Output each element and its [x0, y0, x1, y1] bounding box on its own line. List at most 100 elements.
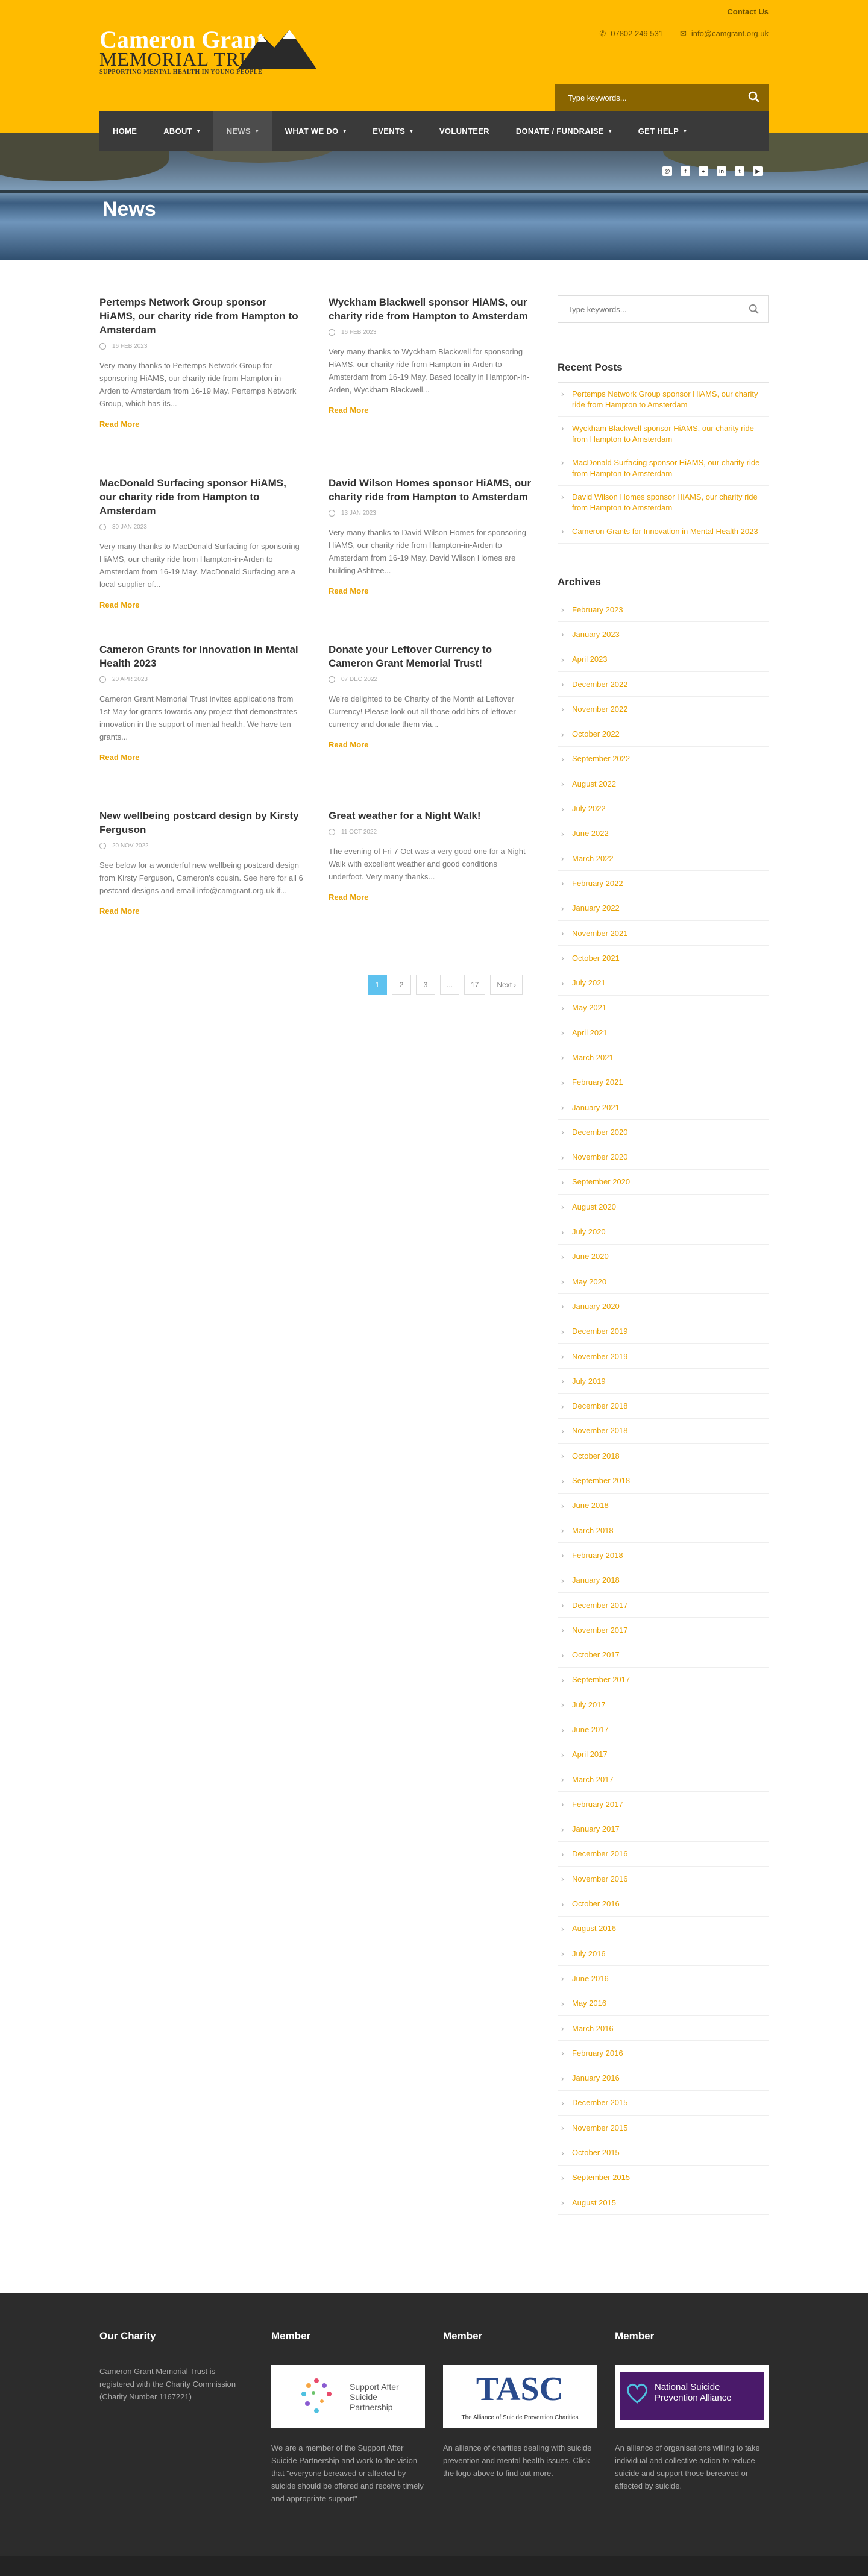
archive-link[interactable]: January 2018 [558, 1568, 769, 1593]
archive-link[interactable]: November 2015 [558, 2116, 769, 2141]
facebook-icon[interactable]: f [681, 166, 690, 176]
recent-post-link[interactable]: Pertemps Network Group sponsor HiAMS, ou… [558, 383, 769, 417]
mail-social-icon[interactable]: @ [662, 166, 672, 176]
nav-item-news[interactable]: NEWS ▾ [213, 111, 272, 151]
archive-link[interactable]: December 2020 [558, 1120, 769, 1145]
archive-link[interactable]: February 2022 [558, 871, 769, 896]
post-title[interactable]: Donate your Leftover Currency to Cameron… [329, 642, 533, 670]
archive-link[interactable]: July 2020 [558, 1219, 769, 1245]
archive-link[interactable]: December 2018 [558, 1394, 769, 1419]
archive-link[interactable]: May 2016 [558, 1991, 769, 2016]
archive-link[interactable]: October 2016 [558, 1891, 769, 1917]
next-page-button[interactable]: Next › [490, 975, 523, 995]
archive-link[interactable]: March 2022 [558, 846, 769, 872]
email-info[interactable]: ✉ info@camgrant.org.uk [680, 29, 769, 39]
archive-link[interactable]: February 2016 [558, 2041, 769, 2066]
youtube-icon[interactable]: ▶ [753, 166, 763, 176]
archive-link[interactable]: February 2017 [558, 1792, 769, 1817]
archive-link[interactable]: June 2017 [558, 1717, 769, 1742]
nspa-logo[interactable]: National Suicide Prevention Alliance [615, 2365, 769, 2428]
post-title[interactable]: David Wilson Homes sponsor HiAMS, our ch… [329, 476, 533, 504]
archive-link[interactable]: November 2019 [558, 1344, 769, 1369]
header-search-input[interactable] [555, 84, 735, 111]
archive-link[interactable]: August 2015 [558, 2190, 769, 2216]
page-1-button[interactable]: 1 [368, 975, 387, 995]
read-more-link[interactable]: Read More [99, 600, 304, 609]
read-more-link[interactable]: Read More [99, 753, 304, 762]
nav-item-volunteer[interactable]: VOLUNTEER [426, 111, 503, 151]
nav-item-donate[interactable]: DONATE / FUNDRAISE ▾ [503, 111, 625, 151]
post-title[interactable]: Cameron Grants for Innovation in Mental … [99, 642, 304, 670]
tasc-logo[interactable]: TASC The Alliance of Suicide Prevention … [443, 2365, 597, 2428]
read-more-link[interactable]: Read More [99, 419, 304, 429]
archive-link[interactable]: January 2021 [558, 1095, 769, 1120]
post-title[interactable]: New wellbeing postcard design by Kirsty … [99, 809, 304, 837]
archive-link[interactable]: January 2017 [558, 1817, 769, 1842]
archive-link[interactable]: September 2017 [558, 1668, 769, 1693]
read-more-link[interactable]: Read More [99, 906, 304, 916]
post-title[interactable]: Wyckham Blackwell sponsor HiAMS, our cha… [329, 295, 533, 323]
archive-link[interactable]: June 2018 [558, 1494, 769, 1518]
archive-link[interactable]: August 2016 [558, 1917, 769, 1942]
archive-link[interactable]: March 2021 [558, 1045, 769, 1070]
archive-link[interactable]: September 2018 [558, 1468, 769, 1494]
post-title[interactable]: Pertemps Network Group sponsor HiAMS, ou… [99, 295, 304, 337]
archive-link[interactable]: August 2022 [558, 771, 769, 797]
archive-link[interactable]: October 2017 [558, 1642, 769, 1668]
twitter-icon[interactable]: t [735, 166, 744, 176]
nav-item-about[interactable]: ABOUT ▾ [150, 111, 213, 151]
sasp-logo[interactable]: Support After Suicide Partnership [271, 2365, 425, 2428]
archive-link[interactable]: September 2020 [558, 1170, 769, 1195]
archive-link[interactable]: February 2021 [558, 1070, 769, 1095]
recent-post-link[interactable]: MacDonald Surfacing sponsor HiAMS, our c… [558, 451, 769, 486]
recent-post-link[interactable]: Wyckham Blackwell sponsor HiAMS, our cha… [558, 417, 769, 451]
search-icon[interactable] [749, 304, 760, 315]
archive-link[interactable]: March 2018 [558, 1518, 769, 1544]
linkedin-icon[interactable]: in [717, 166, 726, 176]
archive-link[interactable]: October 2022 [558, 721, 769, 747]
archive-link[interactable]: October 2018 [558, 1444, 769, 1469]
archive-link[interactable]: November 2022 [558, 697, 769, 722]
page-17-button[interactable]: 17 [464, 975, 486, 995]
archive-link[interactable]: September 2015 [558, 2166, 769, 2190]
archive-link[interactable]: May 2021 [558, 996, 769, 1021]
nav-item-home[interactable]: HOME [99, 111, 150, 151]
read-more-link[interactable]: Read More [329, 586, 533, 595]
archive-link[interactable]: April 2023 [558, 647, 769, 672]
recent-post-link[interactable]: David Wilson Homes sponsor HiAMS, our ch… [558, 486, 769, 520]
archive-link[interactable]: December 2016 [558, 1842, 769, 1867]
nav-item-events[interactable]: EVENTS ▾ [359, 111, 426, 151]
archive-link[interactable]: August 2020 [558, 1195, 769, 1220]
read-more-link[interactable]: Read More [329, 740, 533, 749]
archive-link[interactable]: May 2020 [558, 1269, 769, 1295]
search-icon[interactable] [748, 91, 760, 103]
archive-link[interactable]: July 2021 [558, 970, 769, 996]
archive-link[interactable]: January 2020 [558, 1294, 769, 1319]
post-title[interactable]: MacDonald Surfacing sponsor HiAMS, our c… [99, 476, 304, 518]
archive-link[interactable]: July 2016 [558, 1941, 769, 1967]
archive-link[interactable]: July 2019 [558, 1369, 769, 1394]
archive-link[interactable]: December 2022 [558, 672, 769, 697]
archive-link[interactable]: February 2023 [558, 597, 769, 623]
archive-link[interactable]: June 2016 [558, 1966, 769, 1991]
archive-link[interactable]: April 2017 [558, 1742, 769, 1767]
archive-link[interactable]: November 2020 [558, 1145, 769, 1170]
archive-link[interactable]: July 2022 [558, 796, 769, 821]
archive-link[interactable]: November 2018 [558, 1419, 769, 1444]
archive-link[interactable]: October 2015 [558, 2140, 769, 2166]
archive-link[interactable]: November 2021 [558, 921, 769, 946]
read-more-link[interactable]: Read More [329, 406, 533, 415]
archive-link[interactable]: December 2015 [558, 2091, 769, 2116]
read-more-link[interactable]: Read More [329, 893, 533, 902]
archive-link[interactable]: January 2016 [558, 2066, 769, 2091]
archive-link[interactable]: November 2017 [558, 1618, 769, 1643]
archive-link[interactable]: January 2022 [558, 896, 769, 921]
archive-link[interactable]: December 2017 [558, 1593, 769, 1618]
archive-link[interactable]: January 2023 [558, 622, 769, 647]
archive-link[interactable]: March 2017 [558, 1767, 769, 1792]
page-2-button[interactable]: 2 [392, 975, 411, 995]
recent-post-link[interactable]: Cameron Grants for Innovation in Mental … [558, 520, 769, 544]
site-logo[interactable]: Cameron Grant MEMORIAL TRUST SUPPORTING … [99, 25, 316, 80]
phone-info[interactable]: ✆ 07802 249 531 [599, 29, 663, 39]
sidebar-search-input[interactable] [558, 296, 739, 322]
